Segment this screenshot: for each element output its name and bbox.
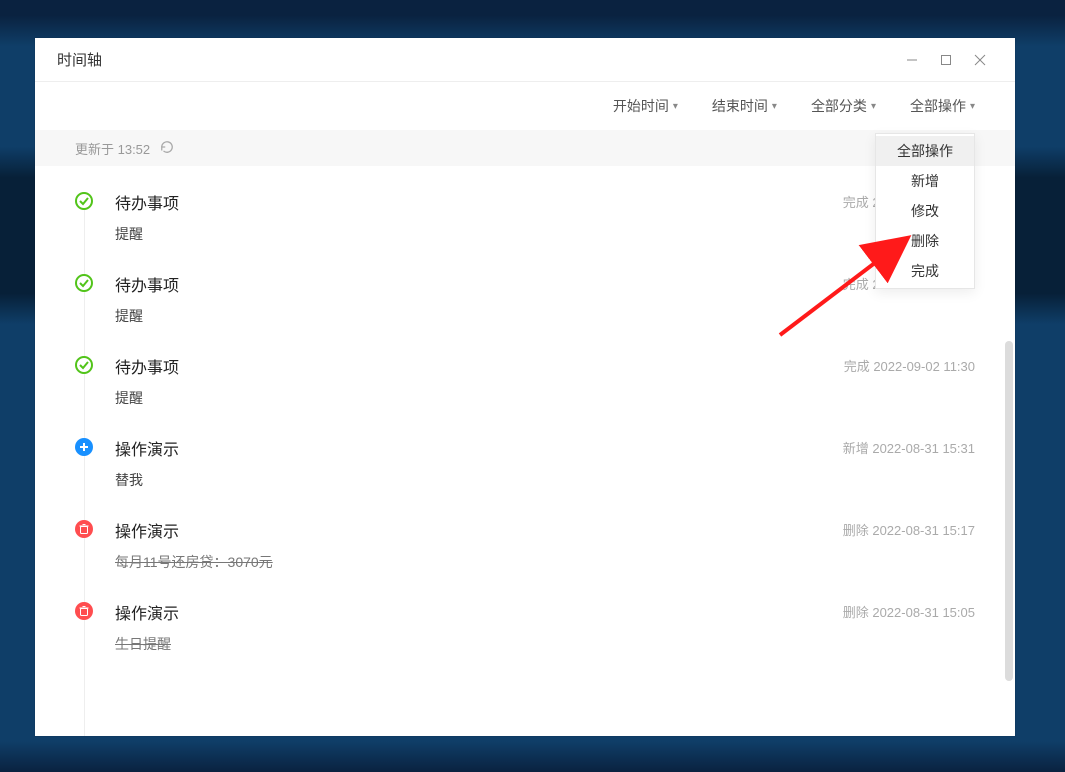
item-title: 操作演示 xyxy=(115,600,843,624)
dropdown-option-delete[interactable]: 删除 xyxy=(876,226,974,256)
chevron-down-icon: ▾ xyxy=(673,101,678,112)
filter-start-time[interactable]: 开始时间 ▾ xyxy=(613,96,678,116)
complete-icon xyxy=(75,274,93,292)
item-meta: 完成 2022-09-02 11:30 xyxy=(844,354,975,408)
filter-end-time[interactable]: 结束时间 ▾ xyxy=(712,96,777,116)
filter-end-label: 结束时间 xyxy=(712,96,768,116)
item-meta: 删除 2022-08-31 15:05 xyxy=(843,600,975,654)
window-title: 时间轴 xyxy=(57,49,102,70)
item-title: 待办事项 xyxy=(115,272,843,296)
add-icon xyxy=(75,438,93,456)
item-meta: 删除 2022-08-31 15:17 xyxy=(843,518,975,572)
app-window: 时间轴 开始时间 ▾ 结束时间 ▾ 全部分类 ▾ 全部操作 ▾ 更新于 13 xyxy=(35,38,1015,736)
titlebar: 时间轴 xyxy=(35,38,1015,82)
dropdown-option-add[interactable]: 新增 xyxy=(876,166,974,196)
filter-operation-label: 全部操作 xyxy=(910,96,966,116)
item-subtitle: 每月11号还房贷：3070元 xyxy=(115,552,843,572)
timeline-item: 操作演示 每月11号还房贷：3070元 删除 2022-08-31 15:17 xyxy=(35,508,1015,590)
timeline-item: 待办事项 提醒 完成 2022-09-02 12:46 xyxy=(35,180,1015,262)
dropdown-option-done[interactable]: 完成 xyxy=(876,256,974,286)
maximize-button[interactable] xyxy=(929,38,963,82)
filter-bar: 开始时间 ▾ 结束时间 ▾ 全部分类 ▾ 全部操作 ▾ xyxy=(35,82,1015,130)
timeline-list: 待办事项 提醒 完成 2022-09-02 12:46 待办事项 提醒 完成 2… xyxy=(35,166,1015,736)
filter-category-label: 全部分类 xyxy=(811,96,867,116)
item-title: 操作演示 xyxy=(115,436,843,460)
update-time-text: 更新于 13:52 xyxy=(75,139,150,158)
timeline-item: 操作演示 替我 新增 2022-08-31 15:31 xyxy=(35,426,1015,508)
delete-icon xyxy=(75,602,93,620)
delete-icon xyxy=(75,520,93,538)
filter-operation[interactable]: 全部操作 ▾ xyxy=(910,96,975,116)
chevron-down-icon: ▾ xyxy=(871,101,876,112)
item-subtitle: 替我 xyxy=(115,470,843,490)
item-subtitle: 提醒 xyxy=(115,388,844,408)
chevron-down-icon: ▾ xyxy=(970,101,975,112)
dropdown-option-all[interactable]: 全部操作 xyxy=(876,136,974,166)
item-meta: 新增 2022-08-31 15:31 xyxy=(843,436,975,490)
filter-category[interactable]: 全部分类 ▾ xyxy=(811,96,876,116)
refresh-icon[interactable] xyxy=(160,140,174,157)
item-subtitle: 提醒 xyxy=(115,224,843,244)
item-title: 待办事项 xyxy=(115,354,844,378)
timeline-item: 操作演示 生日提醒 删除 2022-08-31 15:05 xyxy=(35,590,1015,672)
complete-icon xyxy=(75,356,93,374)
timeline-item: 待办事项 提醒 完成 2022-09-02 11:30 xyxy=(35,344,1015,426)
item-subtitle: 生日提醒 xyxy=(115,634,843,654)
item-title: 操作演示 xyxy=(115,518,843,542)
complete-icon xyxy=(75,192,93,210)
update-bar: 更新于 13:52 xyxy=(35,130,1015,166)
timeline-item: 待办事项 提醒 完成 2022-09-02 12:42 xyxy=(35,262,1015,344)
close-button[interactable] xyxy=(963,38,997,82)
filter-start-label: 开始时间 xyxy=(613,96,669,116)
item-title: 待办事项 xyxy=(115,190,843,214)
item-subtitle: 提醒 xyxy=(115,306,843,326)
dropdown-option-modify[interactable]: 修改 xyxy=(876,196,974,226)
chevron-down-icon: ▾ xyxy=(772,101,777,112)
operation-dropdown: 全部操作 新增 修改 删除 完成 xyxy=(875,133,975,289)
minimize-button[interactable] xyxy=(895,38,929,82)
